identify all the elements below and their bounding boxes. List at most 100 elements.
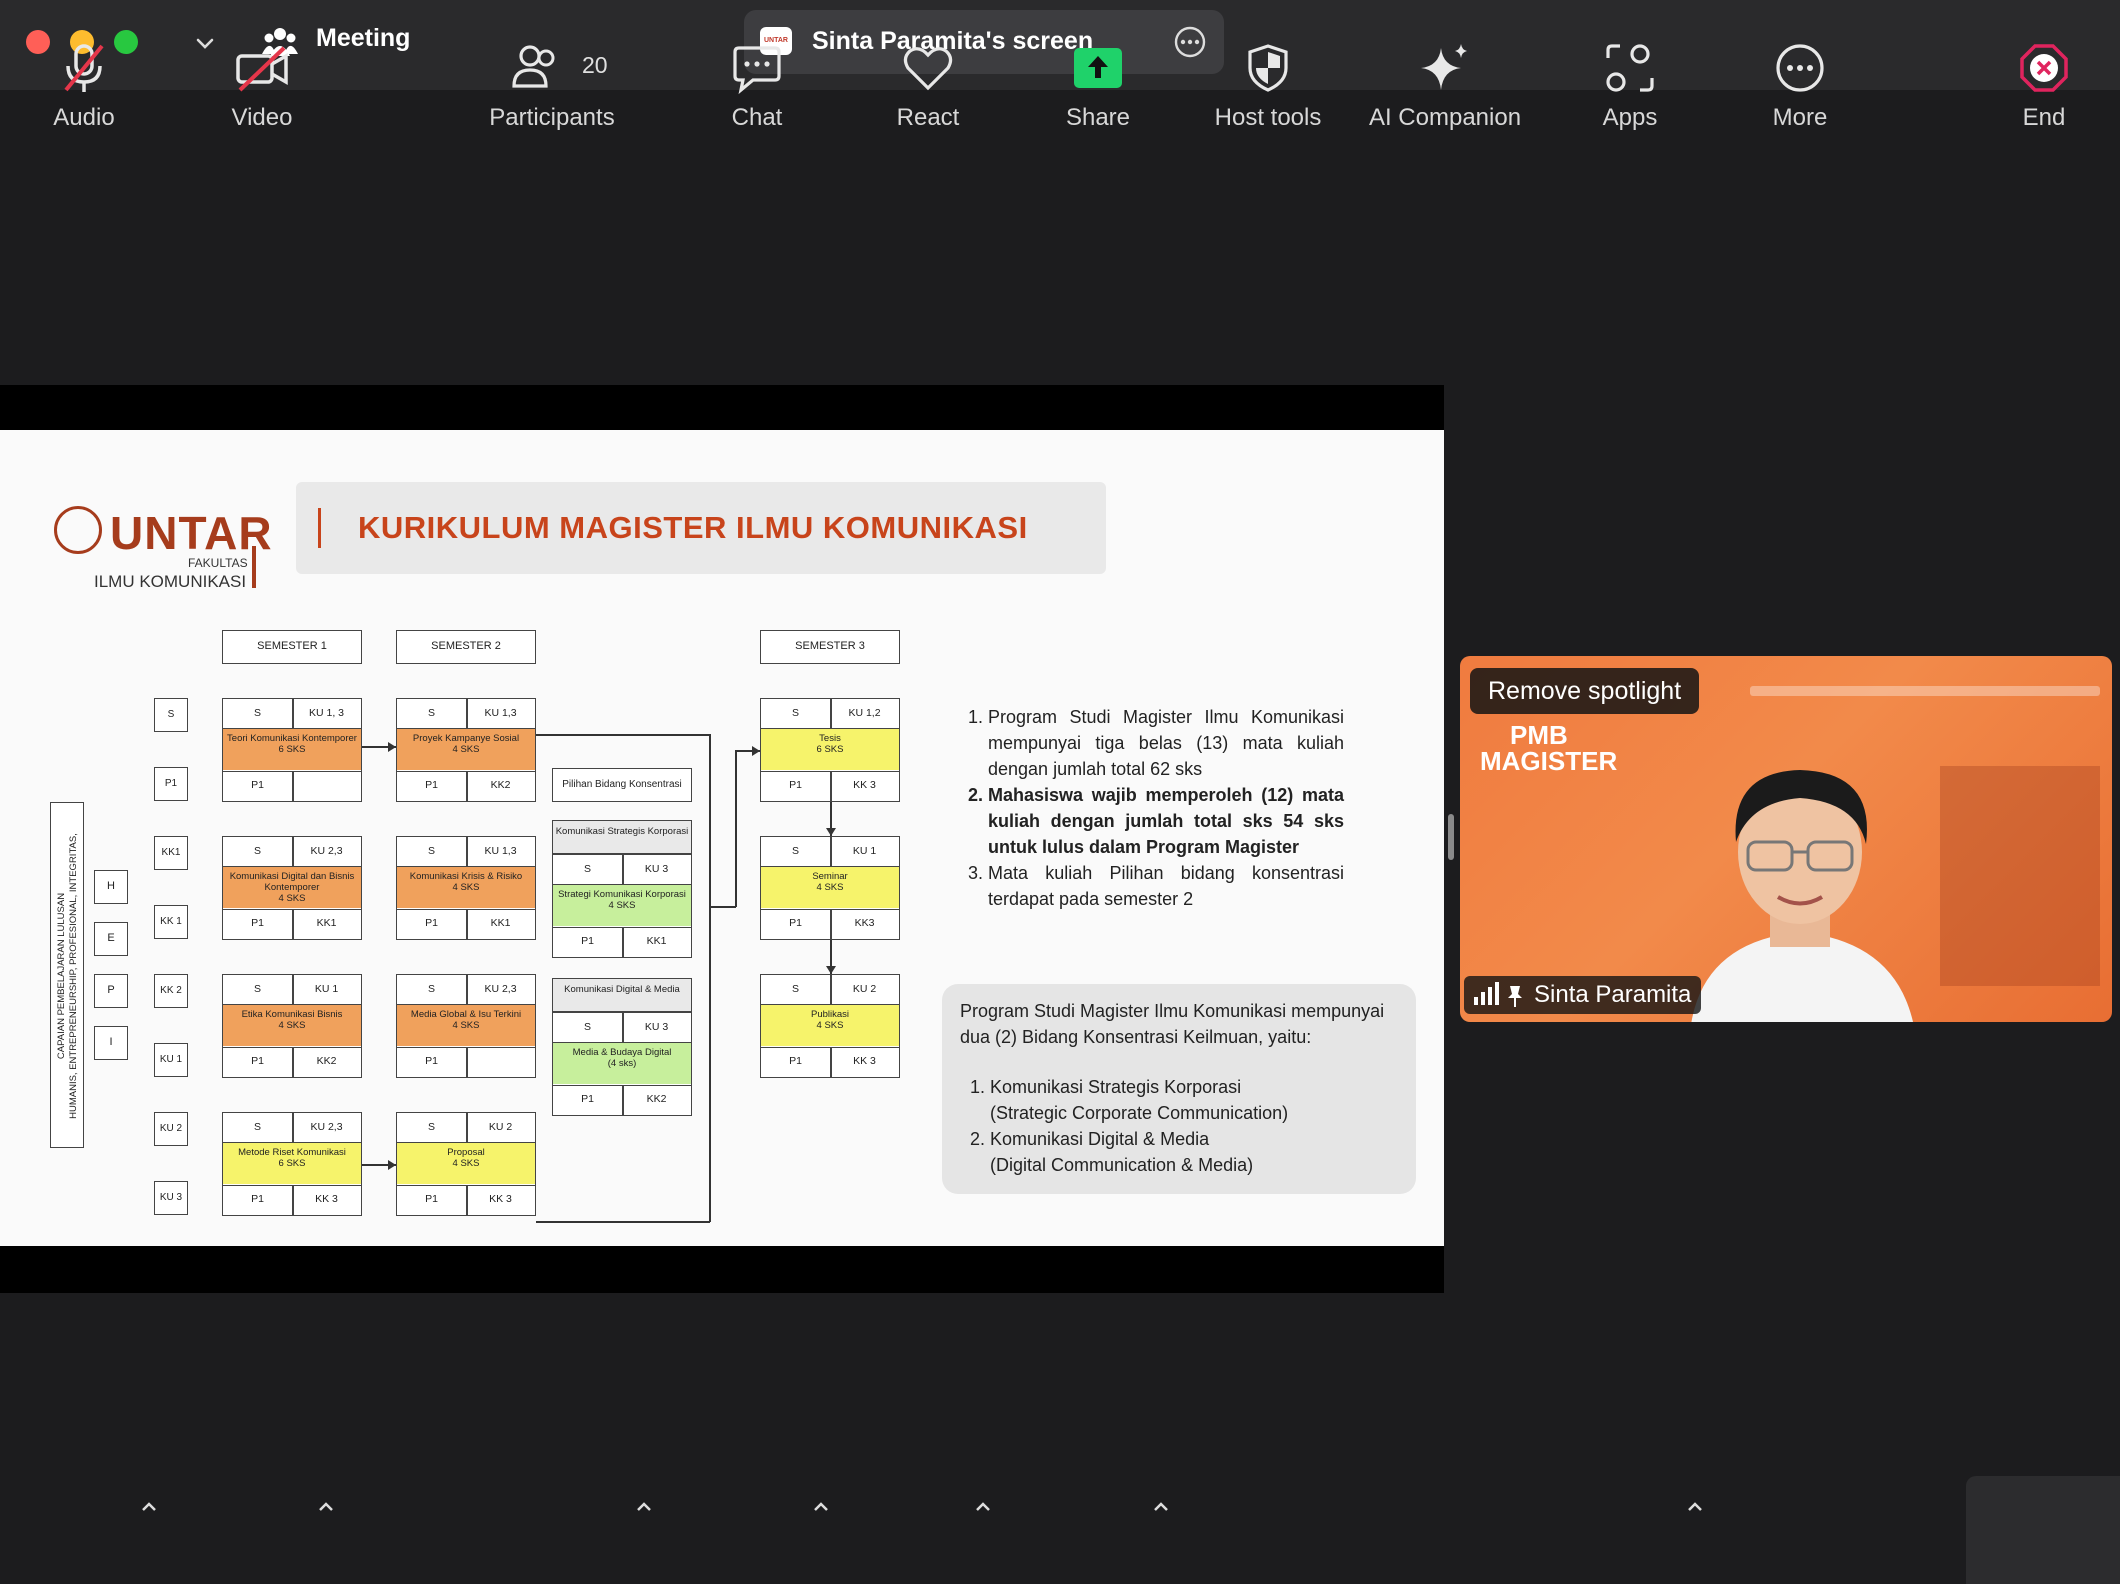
meeting-title[interactable]: Meeting <box>316 24 410 53</box>
side-label: KU 2 <box>154 1112 188 1146</box>
logo-untar-text: UNTAR <box>110 507 273 559</box>
side-label: KU 1 <box>154 1043 188 1077</box>
course-name: Proyek Kampanye Sosial 4 SKS <box>397 729 535 770</box>
ai-companion-button[interactable]: AI Companion <box>1360 0 1530 144</box>
audio-button[interactable]: Audio <box>36 0 132 144</box>
vertical-text-2: HUMANIS, ENTREPRENEURSHIP, PROFESIONAL, … <box>68 833 79 1119</box>
course-box-s2_3: S KU 2,3 Media Global & Isu Terkini 4 SKS P1 <box>396 974 536 1078</box>
share-screen-button[interactable]: Share <box>1050 0 1146 144</box>
course-box-s1_3: S KU 1 Etika Komunikasi Bisnis 4 SKS P1 KK2 <box>222 974 362 1078</box>
course-box-s3_2: S KU 1 Seminar 4 SKS P1 KK3 <box>760 836 900 940</box>
course-p: P1 <box>425 779 438 791</box>
course-ku: KU 1,3 <box>484 707 517 719</box>
course-box-s2_1: S KU 1,3 Proyek Kampanye Sosial 4 SKS P1 KK2 <box>396 698 536 802</box>
course-ku: KU 1 <box>314 983 339 995</box>
share-label: Share <box>1065 104 1131 131</box>
more-button[interactable]: More <box>1752 0 1848 144</box>
video-options-caret-icon[interactable] <box>315 1496 337 1518</box>
course-ku: KU 2,3 <box>484 983 517 995</box>
course-kk: KK2 <box>316 1055 337 1067</box>
course-kk: KK3 <box>854 917 875 929</box>
chat-button[interactable]: Chat <box>712 0 802 144</box>
chevron-down-icon[interactable] <box>194 32 216 54</box>
course-p: P1 <box>789 779 802 791</box>
participants-icon <box>511 45 555 88</box>
participant-video-tile[interactable]: PMB MAGISTER Remove spotlight Sinta Para… <box>1460 656 2112 1022</box>
course-kk: KK 3 <box>853 779 876 791</box>
react-options-caret-icon[interactable] <box>972 1496 994 1518</box>
course-p: P1 <box>251 1193 264 1205</box>
apps-label: Apps <box>1602 104 1658 131</box>
course-ku: KU 1, 3 <box>308 707 345 719</box>
chat-options-caret-icon[interactable] <box>810 1496 832 1518</box>
course-type: S <box>253 1121 261 1133</box>
side-label: P1 <box>154 767 188 801</box>
video-camera-off-icon <box>236 46 288 92</box>
microphone-muted-icon <box>64 44 104 92</box>
participant-video <box>1691 770 1913 1022</box>
react-button[interactable]: React <box>880 0 976 144</box>
course-type: S <box>791 707 799 719</box>
concentration-header: Pilihan Bidang Konsentrasi <box>552 768 692 802</box>
shared-screen-view[interactable]: UNTAR FAKULTAS ILMU KOMUNIKASI KURIKULUM… <box>0 385 1444 1293</box>
participant-name: Sinta Paramita <box>1534 981 1692 1008</box>
course-box-k_2: S KU 3 Media & Budaya Digital (4 sks) P1 KK2 <box>552 1012 692 1116</box>
info-intro: Program Studi Magister Ilmu Komunikasi m… <box>960 1001 1385 1047</box>
apps-icon <box>1606 44 1654 92</box>
course-p: P1 <box>251 779 264 791</box>
side-label: KK1 <box>154 836 188 870</box>
end-meeting-button[interactable]: End <box>1996 0 2092 144</box>
course-p: P1 <box>425 1055 438 1067</box>
side-label: KK 1 <box>154 905 188 939</box>
course-kk: KK 3 <box>315 1193 338 1205</box>
apps-options-caret-icon[interactable] <box>1684 1496 1706 1518</box>
course-box-s2_4: S KU 2 Proposal 4 SKS P1 KK 3 <box>396 1112 536 1216</box>
course-box-k_1: S KU 3 Strategi Komunikasi Korporasi 4 SKS P… <box>552 854 692 958</box>
course-name: Media Global & Isu Terkini 4 SKS <box>397 1005 535 1046</box>
split-view-drag-handle[interactable] <box>1448 814 1454 860</box>
participants-label: Participants <box>489 104 615 131</box>
hepi-letter: H <box>94 870 128 904</box>
course-ku: KU 2 <box>488 1121 513 1133</box>
curriculum-notes: Program Studi Magister Ilmu Komunikasi m… <box>968 704 1344 912</box>
info-item: Komunikasi Digital & Media(Digital Commu… <box>990 1126 1398 1178</box>
video-button[interactable]: Video <box>214 0 310 144</box>
course-name: Komunikasi Digital dan Bisnis Kontempore… <box>223 867 361 908</box>
shared-screen-indicator[interactable]: UNTAR Sinta Paramita's screen <box>744 10 1224 74</box>
apps-button[interactable]: Apps <box>1580 0 1680 144</box>
course-name: Seminar 4 SKS <box>761 867 899 908</box>
remove-spotlight-button[interactable]: Remove spotlight <box>1470 668 1700 714</box>
course-type: S <box>583 863 591 875</box>
participants-button[interactable]: 20 Participants <box>470 0 634 144</box>
sparkle-icon <box>1421 44 1467 90</box>
course-name: Komunikasi Krisis & Risiko 4 SKS <box>397 867 535 908</box>
host-tools-button[interactable]: Host tools <box>1200 0 1336 144</box>
course-name: Proposal 4 SKS <box>397 1143 535 1184</box>
course-box-s2_2: S KU 1,3 Komunikasi Krisis & Risiko 4 SKS P1… <box>396 836 536 940</box>
concentration-info-box: Program Studi Magister Ilmu Komunikasi m… <box>942 984 1416 1194</box>
course-p: P1 <box>251 917 264 929</box>
course-box-s1_2: S KU 2,3 Komunikasi Digital dan Bisnis Kon… <box>222 836 362 940</box>
course-kk: KK2 <box>646 1093 667 1105</box>
course-ku: KU 3 <box>644 1021 669 1033</box>
audio-options-caret-icon[interactable] <box>138 1496 160 1518</box>
ai-companion-label: AI Companion <box>1368 104 1522 131</box>
share-options-caret-icon[interactable] <box>1150 1496 1172 1518</box>
side-label: S <box>154 698 188 732</box>
course-box-s3_3: S KU 2 Publikasi 4 SKS P1 KK 3 <box>760 974 900 1078</box>
course-name: Strategi Komunikasi Korporasi 4 SKS <box>553 885 691 926</box>
course-box-s1_1: S KU 1, 3 Teori Komunikasi Kontemporer 6 SK… <box>222 698 362 802</box>
course-p: P1 <box>789 917 802 929</box>
shield-icon <box>1248 44 1288 92</box>
course-type: S <box>253 707 261 719</box>
course-p: P1 <box>251 1055 264 1067</box>
more-label: More <box>1772 104 1828 131</box>
course-type: S <box>427 707 435 719</box>
participants-count: 20 <box>582 52 608 78</box>
course-p: P1 <box>581 935 594 947</box>
course-kk: KK2 <box>490 779 511 791</box>
course-type: S <box>427 1121 435 1133</box>
semester-3-header: SEMESTER 3 <box>760 630 900 664</box>
react-label: React <box>896 104 960 131</box>
participants-options-caret-icon[interactable] <box>633 1496 655 1518</box>
